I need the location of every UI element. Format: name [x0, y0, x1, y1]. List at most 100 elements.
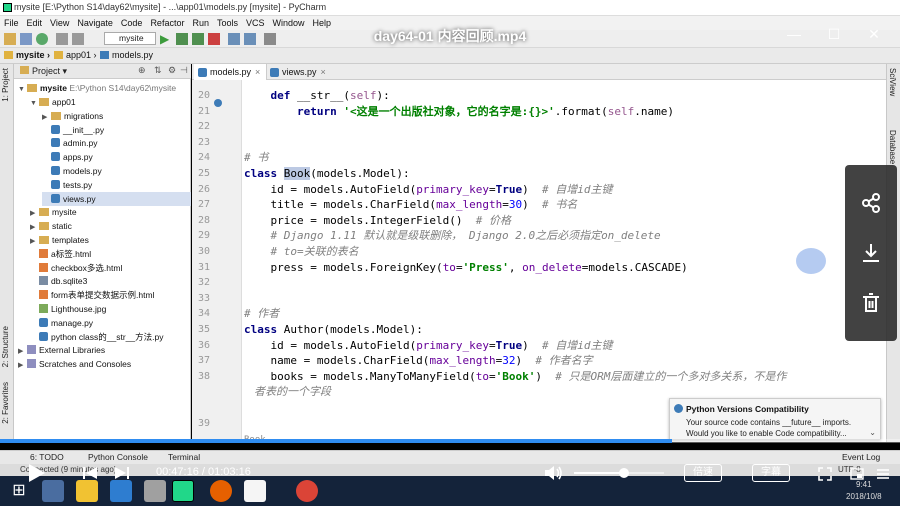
tree-file[interactable]: checkbox多选.html: [30, 261, 122, 275]
tree-folder[interactable]: ▶ static: [30, 219, 72, 233]
code-line[interactable]: class Author(models.Model):: [244, 322, 423, 338]
vcs-icon[interactable]: [228, 33, 240, 45]
code-line[interactable]: # 书: [244, 150, 268, 166]
playlist-icon[interactable]: [876, 467, 890, 481]
code-line[interactable]: # Django 1.11 默认就是级联删除， Django 2.0之后必须指定…: [244, 228, 661, 244]
download-icon[interactable]: [859, 241, 883, 265]
code-line[interactable]: title = models.CharField(max_length=30) …: [244, 197, 577, 213]
code-editor[interactable]: def __str__(self): return '<这是一个出版社对象，它的…: [242, 80, 886, 442]
menu-item[interactable]: Edit: [23, 16, 47, 30]
menu-item[interactable]: VCS: [242, 16, 269, 30]
tree-folder[interactable]: ▶ templates: [30, 233, 89, 247]
volume-knob[interactable]: [618, 468, 629, 478]
hide-icon[interactable]: ⊣: [180, 65, 188, 76]
tree-file[interactable]: tests.py: [42, 178, 92, 192]
video-progress-bar[interactable]: [0, 439, 900, 443]
share-icon[interactable]: [859, 191, 883, 215]
project-tool-tab[interactable]: 1: Project: [1, 68, 10, 102]
compatibility-notification[interactable]: Python Versions Compatibility Your sourc…: [669, 398, 881, 440]
breadcrumb-item[interactable]: mysite ›: [4, 50, 50, 60]
forward-icon[interactable]: [72, 33, 84, 45]
tree-file[interactable]: python class的__str__方法.py: [30, 330, 163, 344]
run-config-select[interactable]: mysite: [104, 32, 156, 45]
expand-arrow-icon[interactable]: ▶: [18, 359, 27, 373]
tree-file[interactable]: a标签.html: [30, 247, 91, 261]
notification-line[interactable]: Would you like to enable Code compatibil…: [686, 429, 847, 438]
menu-item[interactable]: View: [46, 16, 73, 30]
next-icon[interactable]: [114, 465, 130, 481]
code-line[interactable]: name = models.CharField(max_length=32) #…: [244, 353, 592, 369]
play-icon[interactable]: [26, 463, 46, 483]
vcs-commit-icon[interactable]: [244, 33, 256, 45]
code-line[interactable]: # to=关联的表名: [244, 244, 359, 260]
favorites-tool-tab[interactable]: 2: Favorites: [1, 382, 10, 424]
menu-item[interactable]: Tools: [213, 16, 242, 30]
menu-item[interactable]: Refactor: [146, 16, 188, 30]
fullscreen-icon[interactable]: [818, 467, 832, 481]
structure-tool-tab[interactable]: 2: Structure: [1, 326, 10, 367]
tab-models-py[interactable]: models.py ×: [194, 64, 268, 80]
breadcrumb-item[interactable]: models.py: [100, 50, 153, 60]
code-line[interactable]: # 作者: [244, 306, 279, 322]
code-line[interactable]: books = models.ManyToManyField(to='Book'…: [244, 369, 786, 385]
tree-file[interactable]: __init__.py: [42, 123, 104, 137]
menu-item[interactable]: File: [0, 16, 23, 30]
database-tool-tab[interactable]: Database: [888, 130, 897, 164]
code-line[interactable]: id = models.AutoField(primary_key=True) …: [244, 182, 612, 198]
code-line[interactable]: price = models.IntegerField() # 价格: [244, 213, 511, 229]
subtitle-button[interactable]: 字幕: [752, 464, 790, 482]
tree-file[interactable]: views.py: [42, 191, 191, 206]
maximize-icon[interactable]: ☐: [824, 26, 844, 43]
trash-icon[interactable]: [859, 291, 883, 315]
sync-icon[interactable]: [36, 33, 48, 45]
tree-file[interactable]: models.py: [42, 164, 102, 178]
close-tab-icon[interactable]: ×: [255, 67, 260, 77]
code-line[interactable]: id = models.AutoField(primary_key=True) …: [244, 338, 612, 354]
close-tab-icon[interactable]: ×: [321, 67, 326, 77]
settings-icon[interactable]: [264, 33, 276, 45]
stop-icon[interactable]: [208, 33, 220, 45]
tree-file[interactable]: ▶ Scratches and Consoles: [18, 357, 131, 371]
close-icon[interactable]: ✕: [864, 26, 884, 43]
code-line[interactable]: class Book(models.Model):: [244, 166, 410, 182]
gear-icon[interactable]: ⚙: [168, 65, 176, 76]
expand-arrow-icon[interactable]: ▼: [30, 97, 39, 111]
override-marker-icon[interactable]: [214, 99, 222, 107]
code-line[interactable]: def __str__(self):: [244, 88, 390, 104]
tree-file[interactable]: admin.py: [42, 136, 98, 150]
run-icon[interactable]: ▶: [160, 33, 172, 45]
tree-folder[interactable]: ▶ mysite: [30, 205, 77, 219]
tree-folder[interactable]: ▶ migrations: [42, 109, 103, 123]
minimize-icon[interactable]: —: [784, 26, 804, 42]
open-folder-icon[interactable]: [4, 33, 16, 45]
sciview-tool-tab[interactable]: SciView: [888, 68, 897, 96]
tree-file[interactable]: manage.py: [30, 316, 93, 330]
debug-icon[interactable]: [176, 33, 188, 45]
tree-file[interactable]: apps.py: [42, 150, 93, 164]
locate-icon[interactable]: ⊕: [138, 65, 146, 76]
tree-root[interactable]: ▼ mysite E:\Python S14\day62\mysite: [18, 81, 176, 95]
menu-item[interactable]: Window: [269, 16, 309, 30]
tree-folder[interactable]: ▼ app01: [30, 95, 76, 109]
breadcrumb-item[interactable]: app01 ›: [54, 50, 97, 60]
code-line[interactable]: press = models.ForeignKey(to='Press', on…: [244, 260, 687, 276]
tab-views-py[interactable]: views.py ×: [266, 64, 332, 80]
previous-icon[interactable]: [82, 465, 98, 481]
expand-icon[interactable]: ⌄: [869, 428, 876, 437]
tree-file[interactable]: db.sqlite3: [30, 274, 87, 288]
speed-button[interactable]: 倍速: [684, 464, 722, 482]
tree-file[interactable]: ▶ External Libraries: [18, 343, 105, 357]
menu-item[interactable]: Code: [117, 16, 147, 30]
save-icon[interactable]: [20, 33, 32, 45]
code-line[interactable]: 者表的一个字段: [254, 384, 331, 400]
collapse-icon[interactable]: ⇅: [154, 65, 162, 76]
coverage-icon[interactable]: [192, 33, 204, 45]
tree-file[interactable]: Lighthouse.jpg: [30, 302, 106, 316]
code-line[interactable]: return '<这是一个出版社对象，它的名字是:{}>'.format(sel…: [244, 104, 674, 120]
tree-file[interactable]: form表单提交数据示例.html: [30, 288, 154, 302]
pip-icon[interactable]: [850, 467, 864, 481]
menu-item[interactable]: Navigate: [73, 16, 117, 30]
menu-item[interactable]: Run: [188, 16, 213, 30]
back-icon[interactable]: [56, 33, 68, 45]
project-view-select[interactable]: Project ▾: [20, 66, 67, 77]
